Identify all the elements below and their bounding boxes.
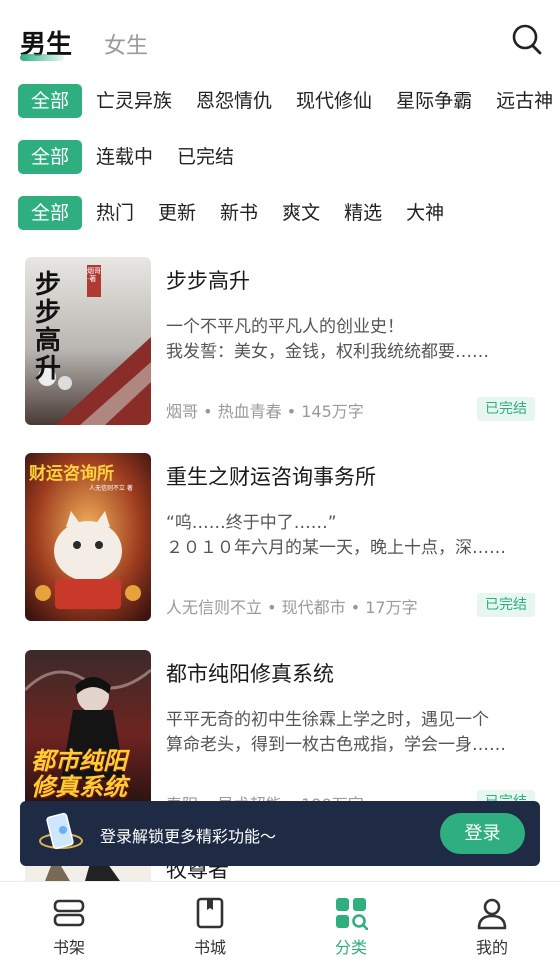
category-filter-row: 全部 亡灵异族 恩怨情仇 现代修仙 星际争霸 远古神 — [18, 84, 560, 118]
search-icon[interactable] — [512, 24, 542, 56]
category-chip-all[interactable]: 全部 — [18, 84, 83, 118]
description-line: 我发誓：美女，金钱，权利我统统都要…… — [166, 342, 489, 362]
login-button[interactable]: 登录 — [440, 813, 525, 854]
nav-label: 我的 — [475, 938, 508, 957]
status-chip-all[interactable]: 全部 — [18, 140, 83, 174]
nav-label: 书架 — [52, 938, 85, 957]
cover-title-text: 财运咨询所 — [29, 464, 114, 484]
sort-chip[interactable]: 爽文 — [282, 196, 320, 230]
book-cover[interactable]: 步步高升 烟哥·著 — [25, 257, 151, 425]
description-line: 平平无奇的初中生徐霖上学之时，遇见一个 — [166, 710, 489, 730]
top-header: 男生 女生 — [0, 0, 560, 80]
sort-chip[interactable]: 大神 — [406, 196, 444, 230]
description-line: ２０１０年六月的某一天，晚上十点，深…… — [166, 538, 506, 558]
tab-female[interactable]: 女生 — [104, 28, 148, 60]
cover-stamp-text: 人无信则不立 著 — [89, 485, 133, 492]
active-tab-indicator — [20, 54, 64, 61]
profile-icon — [477, 898, 507, 930]
status-badge: 已完结 — [477, 397, 535, 421]
status-chip-ongoing[interactable]: 连载中 — [96, 140, 153, 174]
sort-chip[interactable]: 新书 — [220, 196, 258, 230]
cover-title-text: 都市纯阳修真系统 — [31, 747, 127, 801]
description-line: 算命老头，得到一枚古色戒指，学会一身…… — [166, 735, 506, 755]
description-line: 一个不平凡的平凡人的创业史！ — [166, 317, 404, 337]
cover-stamp-text: 烟哥·著 — [87, 267, 101, 283]
book-description: “呜……终于中了……” ２０１０年六月的某一天，晚上十点，深…… — [166, 511, 526, 561]
login-prompt-text: 登录解锁更多精彩功能～ — [100, 827, 277, 846]
cover-title-text: 步步高升 — [35, 270, 62, 384]
book-title[interactable]: 都市纯阳修真系统 — [166, 658, 334, 688]
category-chip[interactable]: 现代修仙 — [296, 84, 372, 118]
category-chip[interactable]: 恩怨情仇 — [196, 84, 272, 118]
category-icon — [336, 898, 368, 930]
sort-chip[interactable]: 精选 — [344, 196, 382, 230]
sort-filter-row: 全部 热门 更新 新书 爽文 精选 大神 — [18, 196, 560, 230]
login-banner: 登录解锁更多精彩功能～ 登录 — [20, 801, 540, 866]
book-title[interactable]: 步步高升 — [166, 265, 250, 295]
nav-label: 分类 — [334, 938, 367, 957]
book-list-item[interactable]: 都市纯阳修真系统 都市纯阳修真系统 平平无奇的初中生徐霖上学之时，遇见一个 算命… — [0, 650, 560, 820]
sort-chip-all[interactable]: 全部 — [18, 196, 83, 230]
bookstore-icon — [196, 897, 224, 929]
category-chip[interactable]: 星际争霸 — [396, 84, 472, 118]
sort-chip[interactable]: 热门 — [96, 196, 134, 230]
sort-chip[interactable]: 更新 — [158, 196, 196, 230]
book-description: 平平无奇的初中生徐霖上学之时，遇见一个 算命老头，得到一枚古色戒指，学会一身…… — [166, 708, 526, 758]
nav-item-profile[interactable]: 我的 — [452, 896, 532, 958]
book-list-item[interactable]: 步步高升 烟哥·著 步步高升 一个不平凡的平凡人的创业史！ 我发誓：美女，金钱，… — [0, 257, 560, 427]
category-chip[interactable]: 亡灵异族 — [96, 84, 172, 118]
status-badge: 已完结 — [477, 593, 535, 617]
book-cover[interactable]: 都市纯阳修真系统 — [25, 650, 151, 818]
category-chip[interactable]: 远古神 — [496, 84, 553, 118]
status-chip-completed[interactable]: 已完结 — [177, 140, 234, 174]
book-list-item[interactable]: 财运咨询所 人无信则不立 著 重生之财运咨询事务所 “呜……终于中了……” ２０… — [0, 453, 560, 623]
book-meta: 烟哥 • 热血青春 • 145万字 — [166, 402, 364, 421]
nav-item-bookshelf[interactable]: 书架 — [29, 896, 109, 958]
status-filter-row: 全部 连载中 已完结 — [18, 140, 560, 174]
book-cover[interactable]: 财运咨询所 人无信则不立 著 — [25, 453, 151, 621]
phone-unlock-icon — [38, 811, 84, 855]
bookshelf-icon — [53, 899, 85, 927]
nav-item-category[interactable]: 分类 — [311, 896, 391, 958]
nav-item-bookstore[interactable]: 书城 — [170, 896, 250, 958]
book-description: 一个不平凡的平凡人的创业史！ 我发誓：美女，金钱，权利我统统都要…… — [166, 315, 526, 365]
book-title[interactable]: 重生之财运咨询事务所 — [166, 461, 376, 491]
book-meta: 人无信则不立 • 现代都市 • 17万字 — [166, 598, 418, 617]
nav-label: 书城 — [193, 938, 226, 957]
bottom-navigation: 书架 书城 分类 我的 — [0, 881, 560, 971]
description-line: “呜……终于中了……” — [166, 513, 337, 533]
